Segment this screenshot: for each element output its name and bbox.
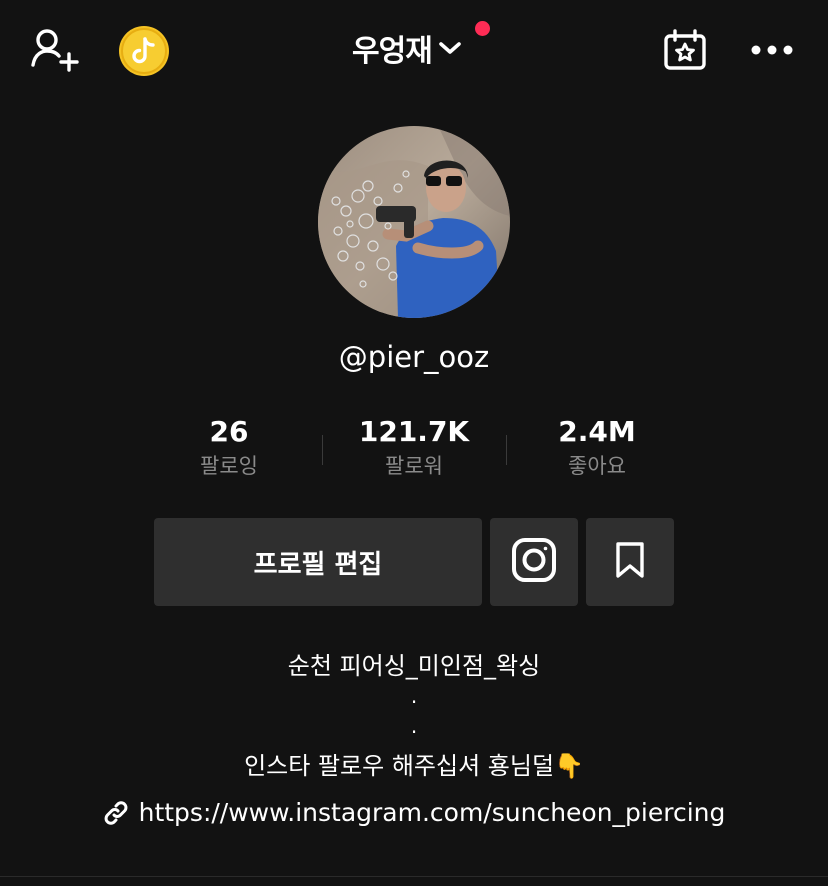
divider [0, 876, 828, 877]
followers-count: 121.7K [358, 415, 470, 448]
link-icon [104, 800, 128, 825]
instagram-icon [511, 537, 557, 587]
instagram-button[interactable] [490, 518, 578, 606]
followers-label: 팔로워 [385, 454, 443, 478]
bookmark-button[interactable] [586, 518, 674, 606]
likes-label: 좋아요 [568, 454, 626, 478]
bookmark-icon [615, 541, 645, 583]
likes-count: 2.4M [558, 415, 636, 448]
bio-link[interactable]: https://www.instagram.com/suncheon_pierc… [0, 798, 828, 827]
top-bar: 우엉재 [0, 0, 828, 100]
account-switcher[interactable]: 우엉재 [352, 26, 462, 70]
bio-dot: . [410, 684, 418, 708]
username: @pier_ooz [338, 340, 490, 374]
notification-dot [475, 21, 490, 36]
stat-divider [322, 435, 323, 465]
bio-dot: . [410, 714, 418, 738]
edit-profile-button[interactable]: 프로필 편집 [154, 518, 482, 606]
likes-stat[interactable]: 2.4M 좋아요 [507, 413, 687, 481]
chevron-down-icon [438, 40, 462, 60]
profile-stats: 26 팔로잉 121.7K 팔로워 2.4M 좋아요 [0, 413, 828, 493]
add-friend-icon[interactable] [28, 26, 82, 74]
followers-stat[interactable]: 121.7K 팔로워 [324, 413, 504, 481]
more-icon[interactable] [748, 34, 796, 66]
bio-link-text[interactable]: https://www.instagram.com/suncheon_pierc… [139, 798, 726, 827]
calendar-star-icon[interactable] [660, 26, 710, 74]
tiktok-coin-icon[interactable] [119, 26, 169, 76]
avatar[interactable] [318, 126, 510, 318]
page-title: 우엉재 [352, 34, 433, 69]
bio-line: 순천 피어싱_미인점_왁싱 [287, 652, 541, 680]
bio-line: 인스타 팔로우 해주십셔 횽님덜👇 [244, 752, 584, 780]
following-label: 팔로잉 [200, 454, 258, 478]
following-stat[interactable]: 26 팔로잉 [139, 413, 319, 481]
following-count: 26 [209, 415, 249, 448]
